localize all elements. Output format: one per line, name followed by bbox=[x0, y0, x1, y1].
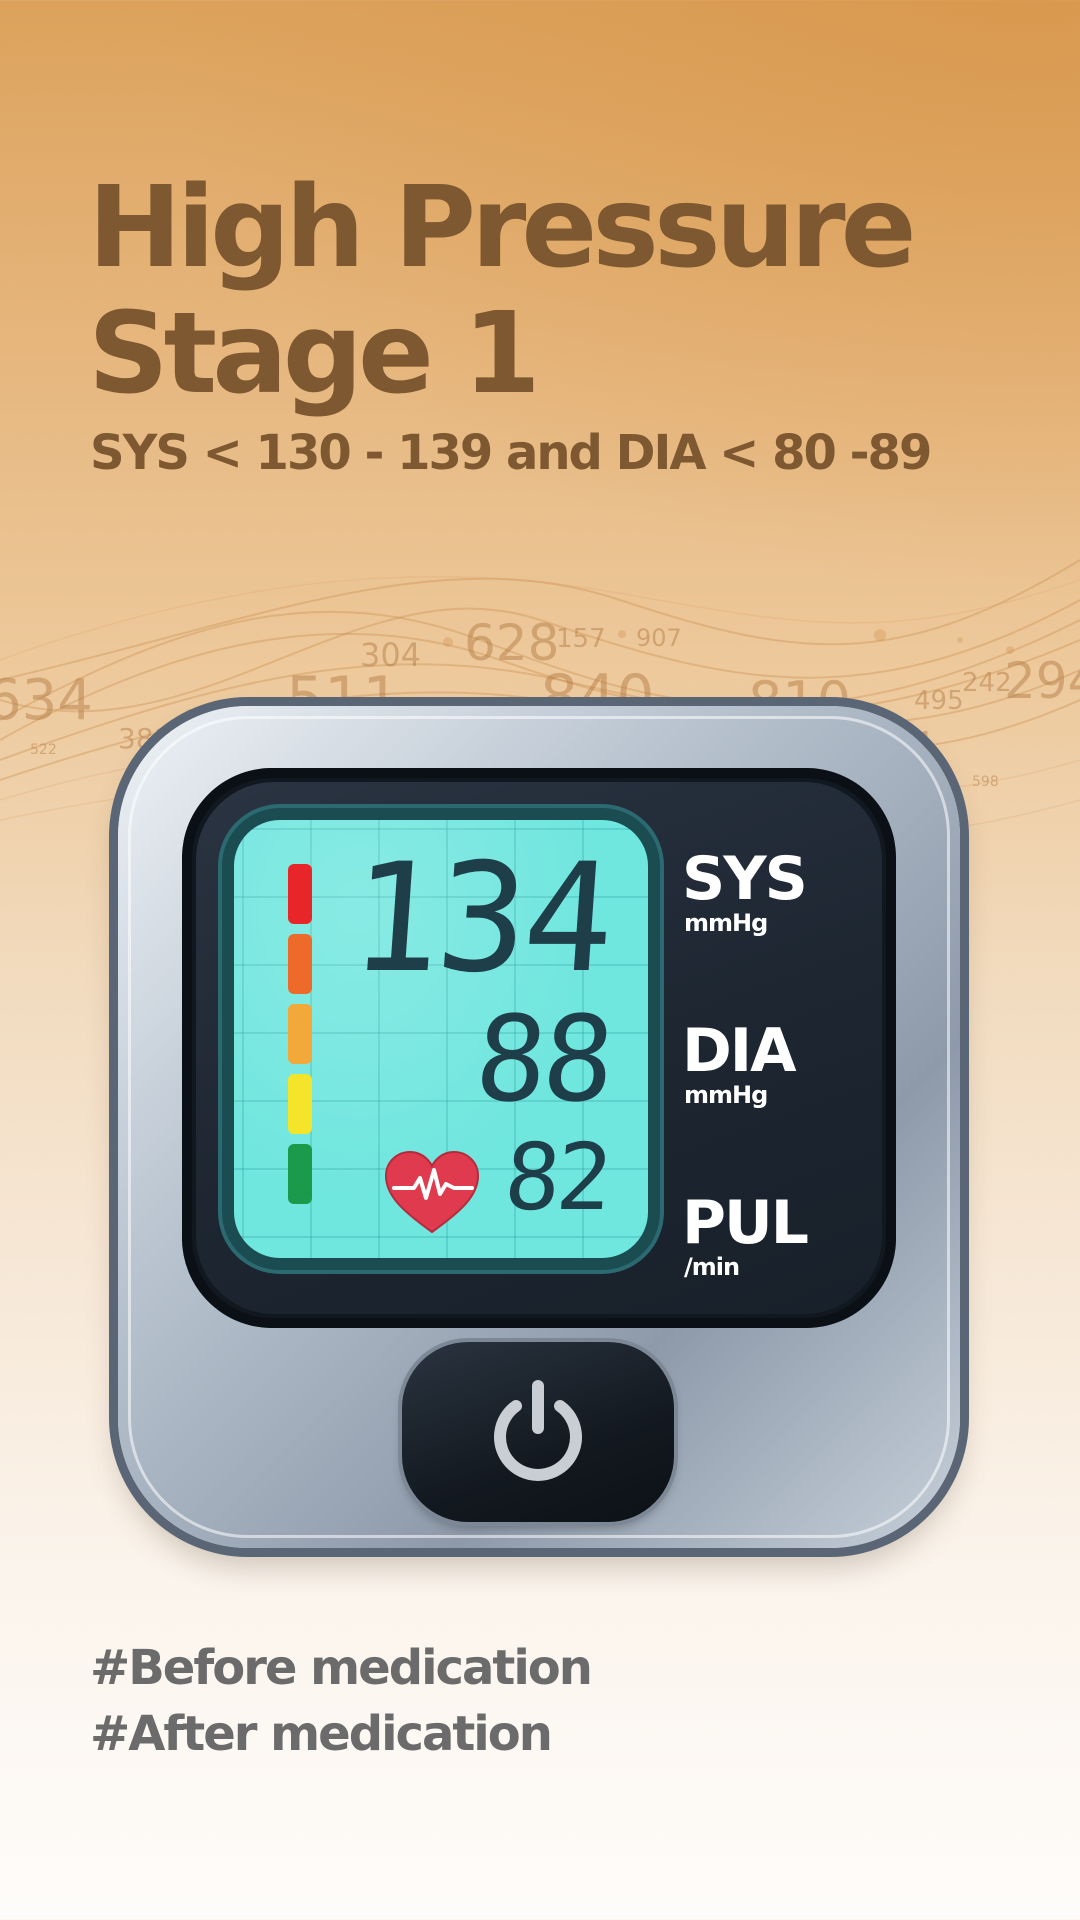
lcd-screen: 134 88 82 bbox=[234, 820, 648, 1258]
dia-reading: 88 bbox=[471, 990, 615, 1128]
pul-label: PUL bbox=[682, 1188, 809, 1258]
background-number: 634 bbox=[0, 668, 93, 733]
background-number: 294 bbox=[1004, 652, 1080, 710]
level-indicator-yellow bbox=[288, 1074, 312, 1134]
level-indicator-red bbox=[288, 864, 312, 924]
sys-label: SYS bbox=[682, 844, 808, 914]
power-icon bbox=[494, 1380, 582, 1481]
page-title-line-1: High Pressure bbox=[88, 163, 917, 293]
background-number: 495 bbox=[914, 686, 964, 716]
dia-label-block: DIA mmHg bbox=[682, 1016, 797, 1108]
sys-reading: 134 bbox=[344, 832, 617, 1006]
lcd-frame: 134 88 82 bbox=[222, 808, 660, 1270]
page-title-line-2: Stage 1 bbox=[88, 289, 541, 419]
power-button[interactable] bbox=[402, 1342, 674, 1522]
background-number: 522 bbox=[30, 742, 57, 758]
level-indicator-orange bbox=[288, 934, 312, 994]
tag-before-medication: #Before medication bbox=[90, 1640, 593, 1696]
display-panel-inner: 134 88 82 SYS mmHg DIA mmHg PUL /min bbox=[196, 782, 882, 1314]
pul-label-block: PUL /min bbox=[682, 1188, 809, 1280]
page-title: High Pressure Stage 1 bbox=[88, 163, 917, 419]
display-panel: 134 88 82 SYS mmHg DIA mmHg PUL /min bbox=[182, 768, 896, 1328]
background-number: 907 bbox=[636, 624, 682, 652]
background-number: 598 bbox=[972, 774, 999, 790]
level-indicator-green bbox=[288, 1144, 312, 1204]
background-number: 157 bbox=[556, 624, 606, 654]
pressure-range-text: SYS < 130 - 139 and DIA < 80 -89 bbox=[90, 425, 932, 481]
tag-list: #Before medication #After medication bbox=[90, 1635, 593, 1767]
blood-pressure-monitor: 134 88 82 SYS mmHg DIA mmHg PUL /min bbox=[118, 706, 960, 1548]
pulse-reading: 82 bbox=[501, 1124, 612, 1231]
level-indicator-amber bbox=[288, 1004, 312, 1064]
heart-pulse-icon bbox=[384, 1150, 480, 1234]
sys-label-block: SYS mmHg bbox=[682, 844, 808, 936]
tag-after-medication: #After medication bbox=[90, 1706, 553, 1762]
dia-label: DIA bbox=[682, 1016, 797, 1086]
